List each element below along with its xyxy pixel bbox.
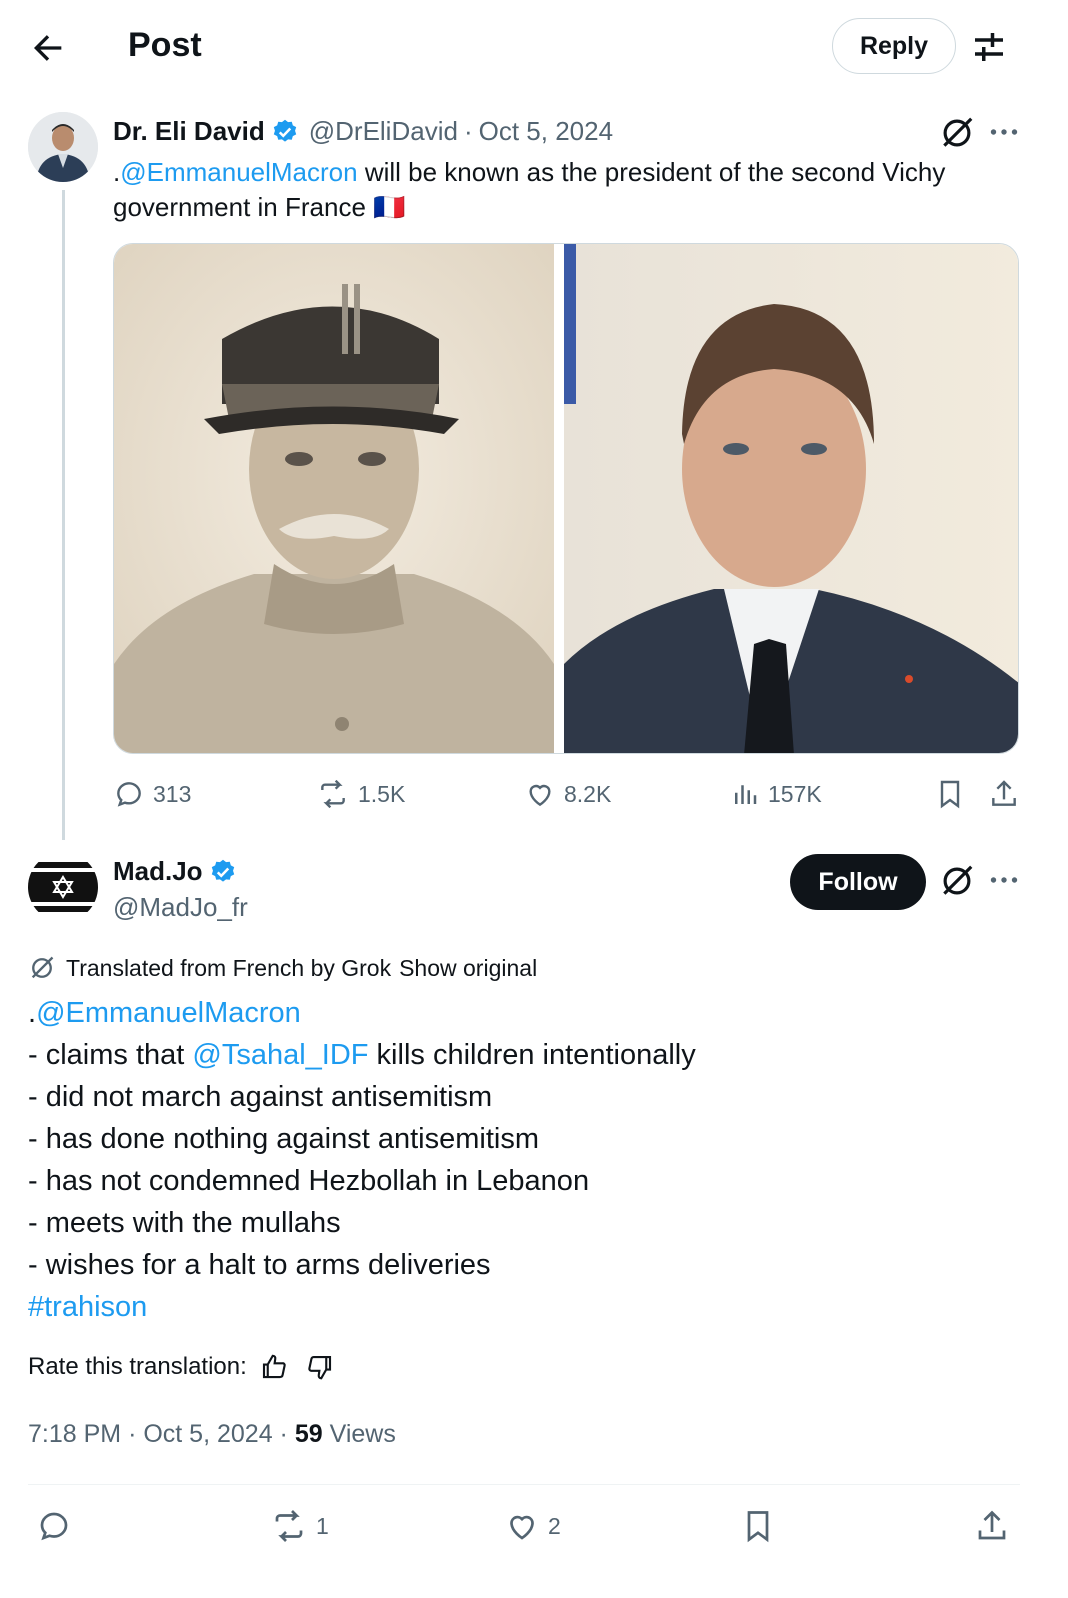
bookmark-icon[interactable] — [934, 778, 966, 810]
text-line: - has done nothing against antisemitism — [28, 1123, 540, 1155]
post-date[interactable]: Oct 5, 2024 — [143, 1420, 272, 1448]
translated-label: Translated from French by Grok — [66, 954, 392, 981]
show-original-link[interactable]: Show original — [399, 955, 537, 982]
reply-button[interactable]: Reply — [832, 18, 956, 74]
thumbs-up-icon[interactable] — [259, 1352, 289, 1382]
mention-link[interactable]: @Tsahal_IDF — [192, 1039, 368, 1071]
repost-count: 1 — [316, 1512, 329, 1539]
modern-portrait-image — [564, 244, 1018, 753]
post-time[interactable]: 7:18 PM — [28, 1420, 121, 1448]
text-line: kills children intentionally — [368, 1039, 696, 1071]
tweet1-text: .@EmmanuelMacron will be known as the pr… — [113, 155, 1013, 225]
reply-action[interactable]: 313 — [113, 778, 191, 810]
historic-portrait-image — [114, 244, 554, 753]
views-action[interactable]: 157K — [730, 778, 822, 810]
follow-button[interactable]: Follow — [790, 854, 926, 910]
back-arrow-icon[interactable] — [28, 28, 68, 68]
tweet1-header: Dr. Eli David @DrEliDavid · Oct 5, 2024 — [113, 116, 613, 147]
reply-count: 313 — [153, 780, 192, 807]
like-action[interactable]: 2 — [504, 1508, 561, 1544]
rate-translation: Rate this translation: — [28, 1352, 335, 1382]
tweet2-text-prefix: . — [28, 997, 37, 1029]
repost-action[interactable]: 1.5K — [316, 778, 405, 810]
france-flag-emoji: 🇫🇷 — [373, 192, 406, 222]
tweet2-text: .@EmmanuelMacron - claims that @Tsahal_I… — [28, 992, 1028, 1328]
share-icon[interactable] — [974, 1508, 1010, 1544]
text-line: - wishes for a halt to arms deliveries — [28, 1249, 491, 1281]
post-date[interactable]: Oct 5, 2024 — [479, 116, 613, 147]
repost-count: 1.5K — [358, 780, 406, 807]
thumbs-down-icon[interactable] — [305, 1352, 335, 1382]
settings-sliders-icon[interactable] — [968, 26, 1010, 68]
divider — [28, 1484, 1020, 1485]
avatar[interactable] — [28, 852, 98, 922]
views-label: Views — [329, 1420, 396, 1448]
views-count: 59 — [294, 1420, 323, 1448]
mention-link[interactable]: @EmmanuelMacron — [120, 157, 357, 187]
reply-action[interactable] — [36, 1508, 80, 1544]
text-line: - has not condemned Hezbollah in Lebanon — [28, 1165, 590, 1197]
grok-icon[interactable] — [938, 862, 976, 900]
tweet2-header: Mad.Jo — [113, 856, 237, 887]
share-icon[interactable] — [988, 778, 1020, 810]
post-meta: 7:18 PM · Oct 5, 2024 · 59 Views — [28, 1420, 396, 1448]
text-line: - meets with the mullahs — [28, 1207, 341, 1239]
text-line: - claims that — [28, 1039, 193, 1071]
views-count: 157K — [768, 780, 822, 807]
author-name[interactable]: Dr. Eli David — [113, 116, 265, 147]
thread-connector-line — [62, 190, 65, 840]
grok-icon[interactable] — [938, 114, 976, 152]
like-count: 8.2K — [564, 780, 612, 807]
more-options-icon[interactable] — [986, 114, 1022, 150]
bookmark-icon[interactable] — [740, 1508, 776, 1544]
repost-action[interactable]: 1 — [270, 1508, 329, 1544]
rate-label: Rate this translation: — [28, 1353, 247, 1380]
avatar[interactable] — [28, 112, 98, 182]
grok-icon — [28, 954, 56, 982]
separator-dot: · — [463, 116, 473, 146]
verified-badge-icon — [271, 118, 299, 146]
like-action[interactable]: 8.2K — [524, 778, 611, 810]
text-line: - did not march against antisemitism — [28, 1081, 493, 1113]
tweet1-media[interactable] — [113, 243, 1019, 754]
hashtag-link[interactable]: #trahison — [28, 1286, 1028, 1328]
author-name[interactable]: Mad.Jo — [113, 856, 203, 887]
like-count: 2 — [548, 1512, 561, 1539]
author-handle[interactable]: @DrEliDavid — [309, 116, 458, 147]
translation-notice: Translated from French by Grok Show orig… — [28, 954, 537, 982]
page-title: Post — [128, 26, 202, 64]
more-options-icon[interactable] — [986, 862, 1022, 898]
verified-badge-icon — [209, 858, 237, 886]
mention-link[interactable]: @EmmanuelMacron — [36, 997, 301, 1029]
author-handle[interactable]: @MadJo_fr — [113, 892, 248, 923]
